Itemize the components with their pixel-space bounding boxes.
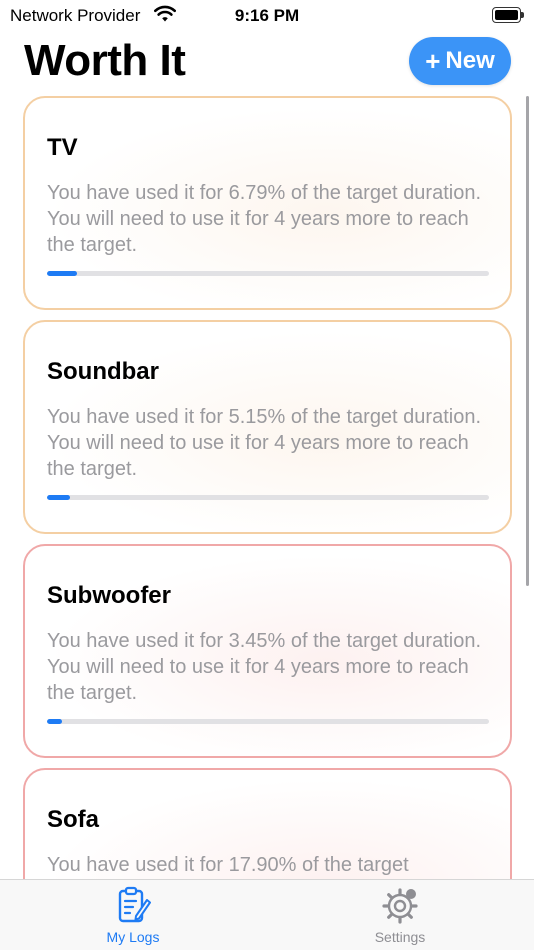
progress-fill [47,495,70,500]
app-screen: Network Provider 9:16 PM Worth It + New … [0,0,534,950]
plus-icon: + [425,46,441,76]
item-card[interactable]: Sofa You have used it for 17.90% of the … [23,768,512,879]
progress-bar [47,271,489,276]
new-button[interactable]: + New [409,37,511,85]
item-name: TV [47,134,78,161]
tab-label: Settings [374,929,426,945]
tab-label: My Logs [106,929,160,945]
item-name: Soundbar [47,358,159,385]
scroll-indicator[interactable] [526,96,529,586]
tab-bar: My Logs Settings [0,879,534,950]
clock: 9:16 PM [234,6,300,25]
page-title: Worth It [24,36,186,85]
new-button-label: New [445,47,495,74]
item-card[interactable]: Soundbar You have used it for 5.15% of t… [23,320,512,534]
battery-icon [492,7,524,23]
item-card[interactable]: Subwoofer You have used it for 3.45% of … [23,544,512,758]
status-bar: Network Provider 9:16 PM [0,0,534,32]
logs-list[interactable]: TV You have used it for 6.79% of the tar… [0,92,534,879]
item-description: You have used it for 3.45% of the target… [47,630,482,704]
item-description: You have used it for 17.90% of the targe… [47,854,409,876]
progress-bar [47,495,489,500]
tab-my-logs[interactable]: My Logs [73,886,193,945]
progress-fill [47,719,63,724]
progress-bar [47,719,489,724]
item-description: You have used it for 6.79% of the target… [47,182,482,256]
tab-settings[interactable]: Settings [340,886,460,945]
clipboard-edit-icon [115,886,151,924]
item-name: Sofa [47,806,100,833]
item-card[interactable]: TV You have used it for 6.79% of the tar… [23,96,512,310]
progress-fill [47,271,77,276]
gear-icon [382,886,418,924]
item-name: Subwoofer [47,582,171,609]
item-description: You have used it for 5.15% of the target… [47,406,482,480]
